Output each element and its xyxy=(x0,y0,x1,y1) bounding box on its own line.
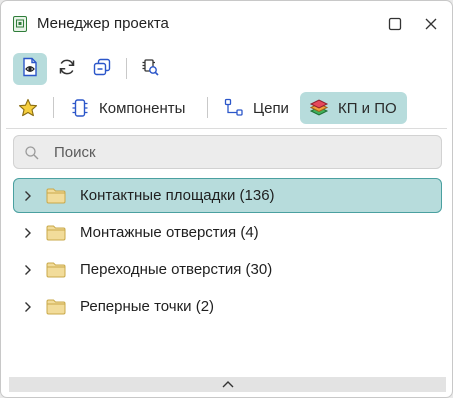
chevron-right-icon[interactable] xyxy=(22,190,34,202)
tab-components[interactable]: Компоненты xyxy=(61,92,195,124)
tab-label: КП и ПО xyxy=(338,99,397,117)
net-icon xyxy=(223,97,245,119)
collapse-all-icon xyxy=(92,57,112,82)
tree-item-label: Контактные площадки (136) xyxy=(80,187,275,204)
chevron-right-icon[interactable] xyxy=(22,264,34,276)
tab-separator xyxy=(53,97,54,118)
tab-label: Цепи xyxy=(253,99,289,117)
tree-item-label: Переходные отверстия (30) xyxy=(80,261,273,278)
project-manager-window: Менеджер проекта Компоненты Цепи КП и ПО… xyxy=(0,0,453,398)
tree-item-mounting-holes[interactable]: Монтажные отверстия (4) xyxy=(13,215,442,250)
tree-item-pads[interactable]: Контактные площадки (136) xyxy=(13,178,442,213)
bottom-panel-toggle[interactable] xyxy=(9,377,446,392)
toolbar-separator xyxy=(126,58,127,79)
tab-separator xyxy=(207,97,208,118)
search-box[interactable] xyxy=(13,135,442,169)
chevron-right-icon[interactable] xyxy=(22,227,34,239)
pcb-project-icon xyxy=(13,16,27,32)
search-input[interactable] xyxy=(54,142,424,162)
document-eye-icon xyxy=(19,56,41,83)
tab-favorites[interactable] xyxy=(13,92,43,124)
window-title: Менеджер проекта xyxy=(37,15,169,32)
folder-icon xyxy=(46,299,68,315)
maximize-icon[interactable] xyxy=(385,14,405,34)
layers-icon xyxy=(308,97,330,119)
refresh-icon xyxy=(57,57,77,82)
tree-item-label: Монтажные отверстия (4) xyxy=(80,224,259,241)
chevron-up-icon xyxy=(221,376,235,394)
chip-search-icon xyxy=(140,57,160,82)
collapse-all-button[interactable] xyxy=(85,53,119,85)
close-icon[interactable] xyxy=(421,14,441,34)
tree-item-fiducials[interactable]: Реперные точки (2) xyxy=(13,289,442,324)
tab-bar: Компоненты Цепи КП и ПО xyxy=(1,90,452,126)
header-divider xyxy=(6,128,447,129)
search-icon xyxy=(24,145,40,166)
component-icon xyxy=(69,97,91,119)
find-component-button[interactable] xyxy=(133,53,167,85)
tree-item-vias[interactable]: Переходные отверстия (30) xyxy=(13,252,442,287)
toolbar xyxy=(1,51,452,87)
refresh-button[interactable] xyxy=(50,53,84,85)
chevron-right-icon[interactable] xyxy=(22,301,34,313)
folder-icon xyxy=(46,262,68,278)
tab-label: Компоненты xyxy=(99,99,186,117)
title-bar: Менеджер проекта xyxy=(1,1,452,47)
folder-icon xyxy=(46,225,68,241)
folder-icon xyxy=(46,188,68,204)
tab-nets[interactable]: Цепи xyxy=(215,92,299,124)
star-icon xyxy=(17,97,39,119)
tab-pads-vias[interactable]: КП и ПО xyxy=(300,92,407,124)
tree-view: Контактные площадки (136) Монтажные отве… xyxy=(13,178,442,326)
tree-item-label: Реперные точки (2) xyxy=(80,298,215,315)
view-document-button[interactable] xyxy=(13,53,47,85)
